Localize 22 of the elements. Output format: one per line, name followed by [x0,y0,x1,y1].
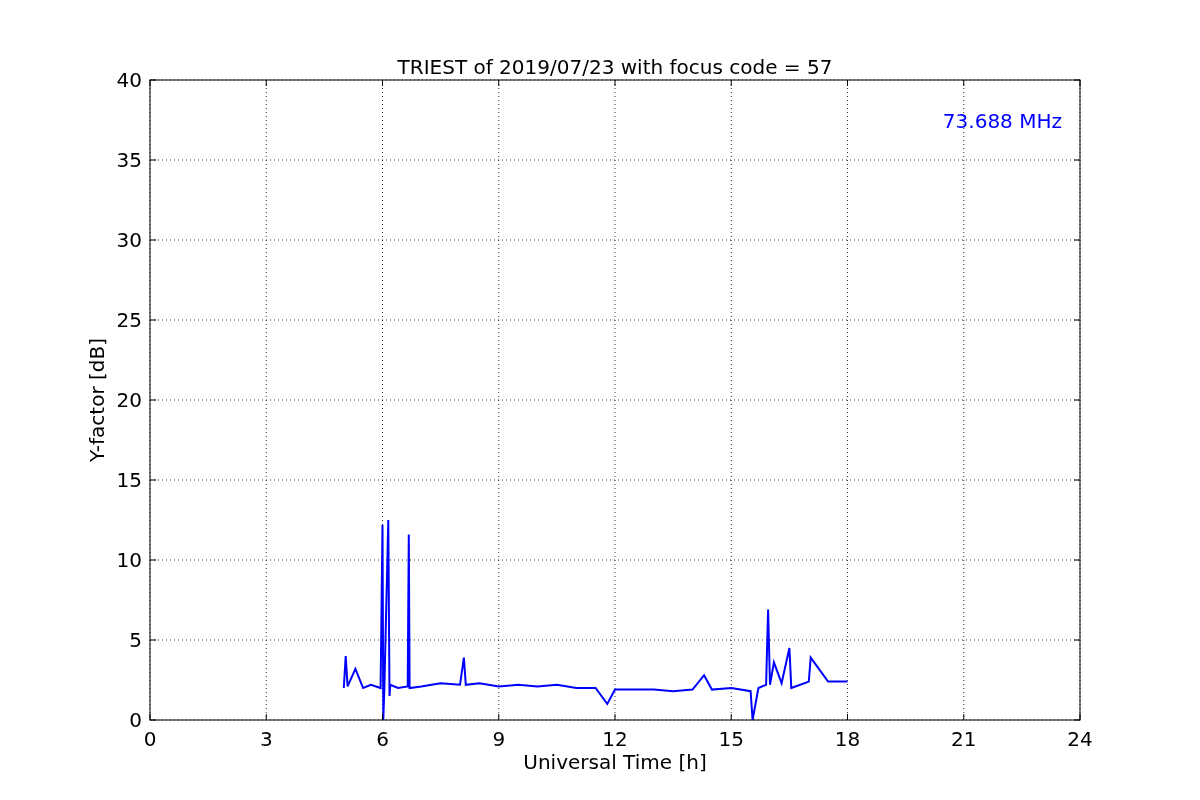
y-axis-label: Y-factor [dB] [85,338,109,462]
tick-label: 40 [116,68,142,92]
tick-label: 9 [492,727,506,751]
x-axis-label: Universal Time [h] [523,750,707,774]
tick-label: 12 [602,727,628,751]
tick-label: 24 [1067,727,1093,751]
tick-label: 10 [116,548,142,572]
tick-label: 0 [143,727,157,751]
tick-label: 30 [116,228,142,252]
tick-label: 3 [259,727,273,751]
tick-label: 20 [116,388,142,412]
tick-label: 6 [376,727,389,751]
legend-label: 73.688 MHz [942,109,1062,133]
tick-label: 21 [951,727,977,751]
tick-label: 0 [129,708,142,732]
tick-label: 5 [129,628,142,652]
tick-label: 18 [834,727,861,751]
tick-label: 15 [116,468,142,492]
tick-label: 25 [116,308,142,332]
chart-title: TRIEST of 2019/07/23 with focus code = 57 [397,55,833,79]
tick-label: 15 [718,727,744,751]
tick-label: 35 [116,148,142,172]
